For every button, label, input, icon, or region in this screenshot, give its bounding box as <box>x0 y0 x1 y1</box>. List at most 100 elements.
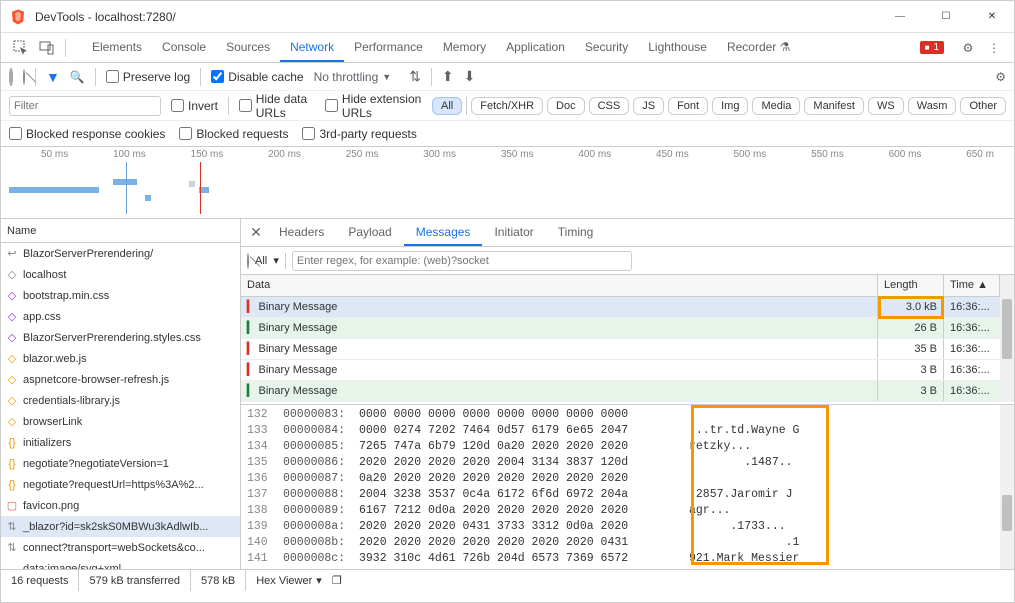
request-row[interactable]: ◇bootstrap.min.css <box>1 285 240 306</box>
message-row[interactable]: ▎ Binary Message3 B16:36:... <box>241 359 1014 380</box>
request-row[interactable]: ↩BlazorServerPrerendering/ <box>1 243 240 264</box>
time-column-header[interactable]: Time ▲ <box>944 275 1000 296</box>
request-row[interactable]: ▢favicon.png <box>1 495 240 516</box>
blocked-requests-checkbox[interactable]: Blocked requests <box>179 127 288 141</box>
filter-pill-js[interactable]: JS <box>633 97 664 115</box>
hex-row: 13400000085:7265 747a 6b79 120d 0a20 202… <box>247 439 1014 455</box>
request-row[interactable]: {}negotiate?negotiateVersion=1 <box>1 453 240 474</box>
upload-icon[interactable]: ⬆ <box>442 68 454 86</box>
length-column-header[interactable]: Length <box>878 275 944 296</box>
panel-tab-elements[interactable]: Elements <box>82 34 152 62</box>
hide-data-urls-checkbox[interactable]: Hide data URLs <box>239 92 315 120</box>
detail-tab-messages[interactable]: Messages <box>404 220 483 246</box>
request-row[interactable]: data:image/svg+xml,... <box>1 558 240 569</box>
filter-input[interactable] <box>9 96 161 116</box>
errors-badge[interactable]: 1 <box>920 41 944 54</box>
filter-pill-ws[interactable]: WS <box>868 97 904 115</box>
detail-tab-timing[interactable]: Timing <box>546 220 606 246</box>
hex-viewer-select[interactable]: Hex Viewer ▾ ❐ <box>246 574 352 587</box>
filter-pill-doc[interactable]: Doc <box>547 97 585 115</box>
panel-tab-sources[interactable]: Sources <box>216 34 280 62</box>
device-toolbar-icon[interactable] <box>35 36 59 60</box>
more-menu-icon[interactable]: ⋮ <box>982 36 1006 60</box>
inspect-element-icon[interactable] <box>9 36 33 60</box>
network-settings-gear-icon[interactable]: ⚙ <box>995 70 1006 84</box>
hex-row: 13300000084:0000 0274 7202 7464 0d57 617… <box>247 423 1014 439</box>
message-row[interactable]: ▎ Binary Message3.0 kB16:36:... <box>241 296 1014 317</box>
request-label: negotiate?requestUrl=https%3A%2... <box>23 479 204 491</box>
filter-icon[interactable]: ▼ <box>46 69 60 85</box>
hide-extension-urls-checkbox[interactable]: Hide extension URLs <box>325 92 422 120</box>
panel-tab-application[interactable]: Application <box>496 34 575 62</box>
resource-icon: ◇ <box>5 310 19 323</box>
download-icon[interactable]: ⬇ <box>464 68 476 86</box>
maximize-button[interactable]: ☐ <box>932 5 960 29</box>
window-title: DevTools - localhost:7280/ <box>35 10 886 24</box>
filter-pill-css[interactable]: CSS <box>589 97 630 115</box>
request-row[interactable]: {}initializers <box>1 432 240 453</box>
data-column-header[interactable]: Data <box>241 275 878 296</box>
close-button[interactable]: ✕ <box>978 5 1006 29</box>
detail-tab-payload[interactable]: Payload <box>336 220 403 246</box>
msg-regex-input[interactable] <box>292 251 632 271</box>
filter-pill-manifest[interactable]: Manifest <box>804 97 864 115</box>
request-row[interactable]: ◇browserLink <box>1 411 240 432</box>
panel-tab-console[interactable]: Console <box>152 34 216 62</box>
resource-icon: ◇ <box>5 394 19 407</box>
panel-tab-network[interactable]: Network <box>280 34 344 62</box>
panel-tab-memory[interactable]: Memory <box>433 34 496 62</box>
detail-tab-headers[interactable]: Headers <box>267 220 336 246</box>
request-label: browserLink <box>23 416 82 428</box>
request-row[interactable]: ◇app.css <box>1 306 240 327</box>
request-row[interactable]: ⇅connect?transport=webSockets&co... <box>1 537 240 558</box>
name-column-header[interactable]: Name <box>1 219 240 243</box>
message-row[interactable]: ▎ Binary Message3 B16:36:... <box>241 380 1014 401</box>
request-row[interactable]: ◇aspnetcore-browser-refresh.js <box>1 369 240 390</box>
timeline-overview[interactable]: 50 ms100 ms150 ms200 ms250 ms300 ms350 m… <box>1 147 1014 219</box>
filter-pill-media[interactable]: Media <box>752 97 800 115</box>
brave-logo-icon <box>9 8 27 26</box>
request-row[interactable]: ◇credentials-library.js <box>1 390 240 411</box>
close-details-button[interactable]: ✕ <box>245 224 267 241</box>
disable-cache-checkbox[interactable]: Disable cache <box>211 70 303 84</box>
invert-checkbox[interactable]: Invert <box>171 99 218 113</box>
request-row[interactable]: ⇅_blazor?id=sk2skS0MBWu3kAdlwIb... <box>1 516 240 537</box>
panel-tab-performance[interactable]: Performance <box>344 34 433 62</box>
minimize-button[interactable]: — <box>886 5 914 29</box>
resource-icon: ◇ <box>5 268 19 281</box>
preserve-log-checkbox[interactable]: Preserve log <box>106 70 190 84</box>
request-row[interactable]: ◇BlazorServerPrerendering.styles.css <box>1 327 240 348</box>
blocked-cookies-checkbox[interactable]: Blocked response cookies <box>9 127 165 141</box>
message-row[interactable]: ▎ Binary Message26 B16:36:... <box>241 317 1014 338</box>
detail-tab-initiator[interactable]: Initiator <box>482 220 545 246</box>
throttling-select[interactable]: No throttling ▼ <box>314 70 392 84</box>
panel-tab-lighthouse[interactable]: Lighthouse <box>638 34 717 62</box>
clear-msgs-button[interactable] <box>247 254 249 268</box>
filter-pill-wasm[interactable]: Wasm <box>908 97 957 115</box>
panel-tab-security[interactable]: Security <box>575 34 638 62</box>
filter-pill-other[interactable]: Other <box>960 97 1006 115</box>
request-row[interactable]: ◇localhost <box>1 264 240 285</box>
request-label: blazor.web.js <box>23 353 87 365</box>
filter-pill-font[interactable]: Font <box>668 97 708 115</box>
resource-icon: {} <box>5 437 19 449</box>
filter-pill-img[interactable]: Img <box>712 97 748 115</box>
panel-tab-recorder[interactable]: Recorder ⚗ <box>717 34 800 62</box>
filter-pill-fetchxhr[interactable]: Fetch/XHR <box>471 97 543 115</box>
settings-gear-icon[interactable]: ⚙ <box>956 36 980 60</box>
request-label: bootstrap.min.css <box>23 290 109 302</box>
request-row[interactable]: ◇blazor.web.js <box>1 348 240 369</box>
wifi-icon[interactable]: ⇅ <box>409 68 421 86</box>
request-row[interactable]: {}negotiate?requestUrl=https%3A%2... <box>1 474 240 495</box>
filter-pill-all[interactable]: All <box>432 97 462 115</box>
third-party-checkbox[interactable]: 3rd-party requests <box>302 127 416 141</box>
clear-button[interactable] <box>23 70 25 84</box>
scrollbar-hex[interactable] <box>1000 405 1014 570</box>
message-row[interactable]: ▎ Binary Message35 B16:36:... <box>241 338 1014 359</box>
copy-icon[interactable]: ❐ <box>332 574 342 587</box>
resource-icon: ◇ <box>5 373 19 386</box>
search-icon[interactable]: 🔍 <box>70 70 85 84</box>
hex-row: 13800000089:6167 7212 0d0a 2020 2020 202… <box>247 503 1014 519</box>
record-button[interactable] <box>9 70 13 84</box>
scrollbar-msgs[interactable] <box>1000 275 1014 402</box>
